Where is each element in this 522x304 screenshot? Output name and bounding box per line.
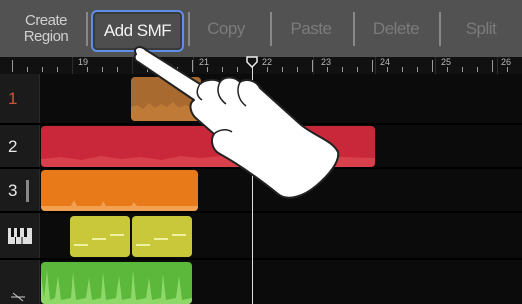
- track-4[interactable]: [0, 213, 522, 259]
- toolbar-divider: [353, 12, 355, 46]
- bar-number: 19: [78, 57, 89, 67]
- ruler-tick: [402, 67, 403, 72]
- piano-keys-icon: [8, 228, 32, 244]
- split-button[interactable]: Split: [446, 6, 516, 51]
- ruler-tick: [432, 60, 433, 72]
- midi-notes: [136, 234, 186, 246]
- track-label: [0, 213, 40, 259]
- ruler-tick: [357, 67, 358, 72]
- midi-notes: [74, 234, 124, 246]
- track-4-region-b[interactable]: [132, 216, 192, 257]
- ruler-tick: [342, 67, 343, 72]
- ruler-tick: [492, 60, 493, 72]
- ruler-tick: [477, 67, 478, 72]
- drum-icon: [11, 292, 25, 302]
- ruler-tick: [12, 60, 13, 72]
- waveform: [41, 270, 192, 304]
- track-label: 2: [0, 125, 40, 168]
- ruler-tick: [102, 67, 103, 72]
- ruler-tick: [462, 67, 463, 72]
- track-5-region[interactable]: [41, 262, 192, 304]
- track-label: 3: [0, 169, 40, 212]
- ruler-tick: [27, 67, 28, 72]
- toolbar-divider: [86, 12, 88, 46]
- track-label: [0, 260, 40, 304]
- screen: Create Region Add SMF Copy Paste Delete …: [0, 0, 522, 304]
- toolbar-divider: [439, 12, 441, 46]
- create-region-label-line2: Region: [23, 27, 69, 45]
- ruler-tick: [117, 67, 118, 72]
- create-region-label-line1: Create: [24, 11, 68, 29]
- ruler-tick: [57, 67, 58, 72]
- ruler-tick: [417, 67, 418, 72]
- track-5[interactable]: [0, 260, 522, 304]
- toolbar-divider: [270, 12, 272, 46]
- pointing-hand-icon: [133, 46, 340, 199]
- ruler-tick: [372, 60, 373, 72]
- ruler-tick: [507, 67, 508, 72]
- ruler-tick: [447, 67, 448, 72]
- track-label-text: 3: [8, 180, 18, 200]
- ruler-tick: [87, 67, 88, 72]
- bar-number: 26: [501, 57, 512, 67]
- track-label: 1: [0, 74, 40, 124]
- bar-number: 24: [380, 57, 391, 67]
- ruler-tick: [387, 67, 388, 72]
- create-region-button[interactable]: Create Region: [14, 6, 78, 51]
- toolbar-divider: [188, 12, 190, 46]
- track-4-region-a[interactable]: [70, 216, 130, 257]
- ruler-tick: [42, 67, 43, 72]
- level-meter: [26, 179, 30, 202]
- delete-button[interactable]: Delete: [358, 6, 434, 51]
- bar-number: 25: [441, 57, 452, 67]
